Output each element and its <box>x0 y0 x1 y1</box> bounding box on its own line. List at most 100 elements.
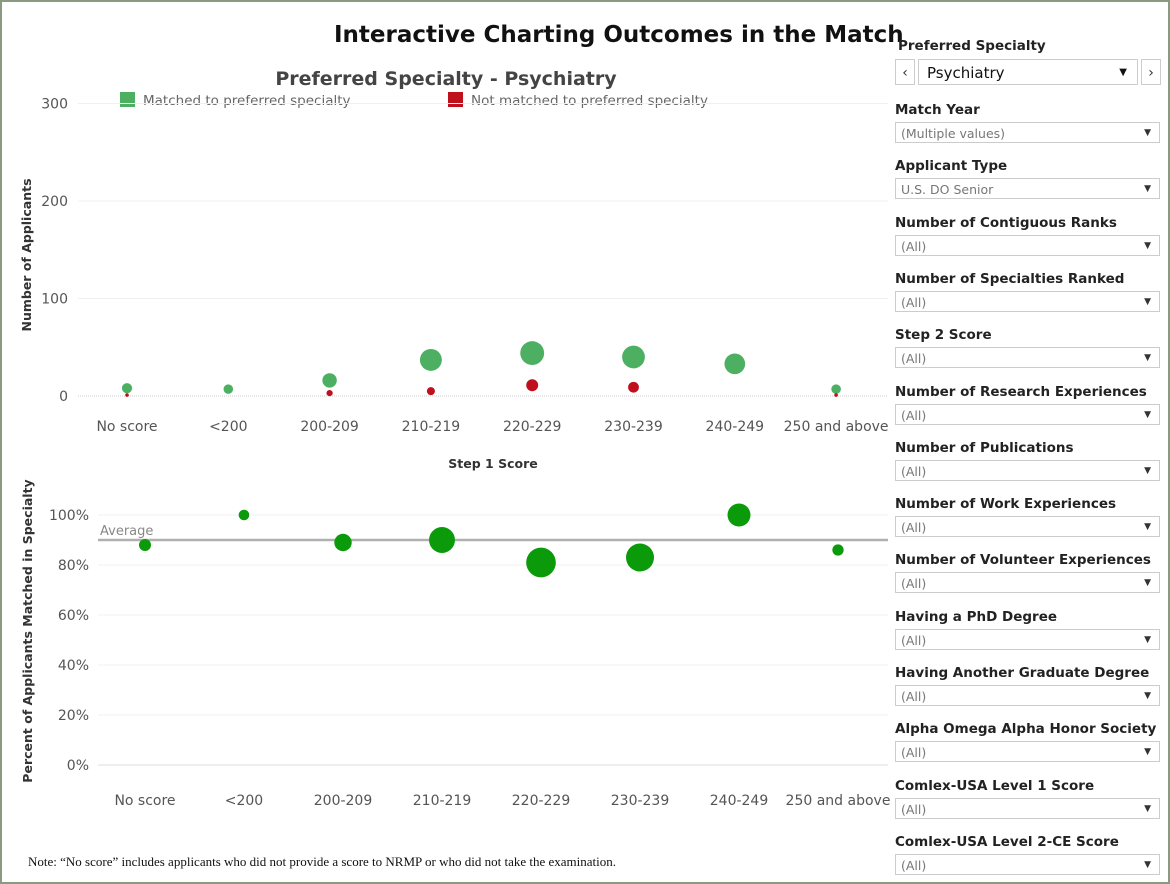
bubble-matched <box>121 383 133 394</box>
dropdown-value: (All) <box>901 351 927 367</box>
caret-down-icon: ▼ <box>1144 578 1151 589</box>
filter-match-year: Match Year (Multiple values) ▼ <box>895 100 1161 143</box>
bubble-not-matched <box>834 393 838 397</box>
filter-dropdown[interactable]: (All) ▼ <box>895 290 1160 312</box>
bubble-not-matched <box>628 381 639 393</box>
filter-dropdown[interactable]: (All) ▼ <box>895 685 1160 706</box>
legend-label-matched: Matched to preferred specialty <box>143 93 351 109</box>
filter-dropdown[interactable]: (All) ▼ <box>895 516 1160 538</box>
filter-number-of-research-experiences: Number of Research Experiences (All) ▼ <box>895 382 1161 425</box>
filter-number-of-work-experiences: Number of Work Experiences (All) ▼ <box>895 494 1161 538</box>
x-tick-label: No score <box>114 793 175 809</box>
bubble-matched <box>322 373 337 388</box>
next-specialty-button[interactable]: › <box>1141 59 1161 85</box>
x-tick-label: 230-239 <box>604 419 663 435</box>
bubble-percent-matched <box>832 544 844 556</box>
filter-dropdown[interactable]: (All) ▼ <box>895 741 1160 763</box>
x-tick-label: 210-219 <box>402 419 461 435</box>
dropdown-value: (All) <box>901 689 927 704</box>
filter-preferred-specialty: Preferred Specialty ‹ Psychiatry ▼ › <box>895 36 1161 85</box>
bubble-matched <box>419 348 442 371</box>
filter-dropdown[interactable]: (All) ▼ <box>895 628 1160 650</box>
x-tick-label: 230-239 <box>611 793 670 809</box>
filter-dropdown[interactable]: (All) ▼ <box>895 234 1160 256</box>
dropdown-value: (All) <box>901 294 927 310</box>
bubble-matched <box>520 341 545 366</box>
bubble-percent-matched <box>238 509 250 521</box>
filter-label: Number of Contiguous Ranks <box>895 214 1117 231</box>
charts-area: Preferred Specialty - Psychiatry Matched … <box>19 68 890 809</box>
filter-dropdown[interactable]: (All) ▼ <box>895 853 1160 875</box>
filter-number-of-contiguous-ranks: Number of Contiguous Ranks (All) ▼ <box>895 213 1161 256</box>
y-tick-label: 300 <box>41 97 68 113</box>
caret-down-icon: ▼ <box>1144 522 1151 533</box>
bubble-percent-matched <box>727 503 751 527</box>
average-label: Average <box>100 524 153 539</box>
bubble-matched <box>831 384 841 394</box>
filter-dropdown[interactable]: (All) ▼ <box>895 797 1160 819</box>
filter-label: Number of Publications <box>895 439 1074 456</box>
prev-specialty-button[interactable]: ‹ <box>895 59 915 85</box>
y-tick-label: 60% <box>58 608 89 624</box>
bubble-percent-matched <box>429 527 455 553</box>
caret-down-icon: ▼ <box>1144 353 1151 364</box>
filter-label: Number of Specialties Ranked <box>895 270 1125 287</box>
filter-number-of-specialties-ranked: Number of Specialties Ranked (All) ▼ <box>895 269 1161 312</box>
filter-dropdown[interactable]: (Multiple values) ▼ <box>895 122 1160 143</box>
caret-down-icon: ▼ <box>1144 465 1151 476</box>
filter-number-of-volunteer-experiences: Number of Volunteer Experiences (All) ▼ <box>895 550 1161 594</box>
caret-down-icon: ▼ <box>1144 184 1151 195</box>
bubble-matched <box>622 345 645 369</box>
legend-swatch-not-matched <box>448 92 463 107</box>
dropdown-value: U.S. DO Senior <box>901 182 994 198</box>
filter-label: Comlex-USA Level 1 Score <box>895 777 1095 794</box>
bubble-percent-matched <box>626 543 654 572</box>
bubble-not-matched <box>526 379 539 392</box>
x-tick-label: 200-209 <box>314 793 373 809</box>
x-tick-label: 240-249 <box>710 793 769 809</box>
caret-down-icon: ▼ <box>1144 803 1151 814</box>
footnote: Note: “No score” includes applicants who… <box>28 854 616 869</box>
filter-dropdown[interactable]: (All) ▼ <box>895 347 1160 369</box>
filter-step-2-score: Step 2 Score (All) ▼ <box>895 325 1161 369</box>
bubble-matched <box>724 353 746 375</box>
dropdown-value: (All) <box>901 520 927 536</box>
caret-down-icon: ▼ <box>1144 691 1151 701</box>
caret-down-icon: ▼ <box>1144 859 1151 870</box>
y-tick-label: 100% <box>49 508 89 524</box>
filter-alpha-omega-alpha-honor-society: Alpha Omega Alpha Honor Society (All) ▼ <box>895 719 1161 763</box>
filter-having-a-phd-degree: Having a PhD Degree (All) ▼ <box>895 607 1161 650</box>
bubble-not-matched <box>326 389 333 397</box>
filter-label: Step 2 Score <box>895 327 992 344</box>
x-tick-label: 220-229 <box>512 793 571 809</box>
dropdown-value: (All) <box>901 238 927 254</box>
y-tick-label: 20% <box>58 708 89 724</box>
x-tick-label: 210-219 <box>413 793 472 809</box>
dropdown-value: (All) <box>901 463 927 479</box>
bubble-percent-matched <box>139 539 151 551</box>
y-tick-label: 80% <box>58 558 89 574</box>
dropdown-value: (All) <box>901 801 927 817</box>
caret-down-icon: ▼ <box>1144 240 1151 251</box>
filter-dropdown[interactable]: (All) ▼ <box>895 459 1160 481</box>
filter-label: Having Another Graduate Degree <box>895 665 1150 681</box>
bubble-not-matched <box>426 387 435 396</box>
filter-dropdown[interactable]: (All) ▼ <box>895 403 1160 425</box>
bubble-percent-matched <box>526 547 556 578</box>
filter-applicant-type: Applicant Type U.S. DO Senior ▼ <box>895 156 1161 200</box>
filter-dropdown[interactable]: (All) ▼ <box>895 572 1160 594</box>
caret-down-icon: ▼ <box>1144 409 1151 420</box>
bubble-percent-matched <box>334 533 352 552</box>
y-tick-label: 40% <box>58 658 89 674</box>
preferred-specialty-dropdown[interactable]: Psychiatry ▼ <box>918 59 1138 85</box>
filter-comlex-usa-level-1-score: Comlex-USA Level 1 Score (All) ▼ <box>895 776 1161 819</box>
x-tick-label: No score <box>96 419 157 435</box>
filter-label: Having a PhD Degree <box>895 608 1058 625</box>
filter-label: Comlex-USA Level 2-CE Score <box>895 833 1119 850</box>
filter-dropdown[interactable]: U.S. DO Senior ▼ <box>895 178 1160 200</box>
bubble-not-matched <box>125 393 129 397</box>
x-tick-label: 220-229 <box>503 419 562 435</box>
caret-down-icon: ▼ <box>1144 634 1151 645</box>
filter-label: Number of Work Experiences <box>895 496 1117 513</box>
y-tick-label: 100 <box>41 292 68 308</box>
